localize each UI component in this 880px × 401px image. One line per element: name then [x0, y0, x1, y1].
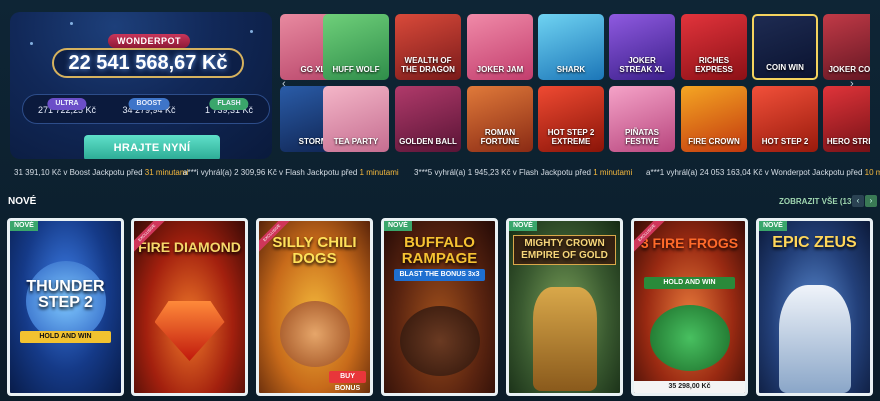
game-tile-label: TEA PARTY — [333, 137, 379, 146]
card-title: EPIC ZEUS — [772, 234, 857, 251]
ticker-time: 1 minutami — [359, 168, 399, 177]
game-card[interactable]: NOVÉ BUFFALO RAMPAGE BLAST THE BONUS 3x3 — [381, 218, 498, 396]
card-title: BUFFALO RAMPAGE — [401, 234, 478, 267]
game-tile[interactable]: COIN WIN — [752, 14, 818, 80]
ticker-item: 3***5 vyhrál(a) 1 945,23 Kč v Flash Jack… — [414, 168, 632, 177]
card-subtitle: HOLD AND WIN — [20, 331, 111, 343]
card-title: 3 FIRE FROGS — [640, 235, 739, 251]
carousel-next-button[interactable]: › — [865, 195, 877, 207]
game-tile-label: GOLDEN BALL — [399, 137, 457, 146]
wonderpot-amount: 22 541 568,67 Kč — [52, 48, 244, 78]
ticker-time: 10 m — [864, 168, 880, 177]
grid-next-arrow-icon[interactable]: › — [850, 78, 854, 90]
game-tile-label: HOT STEP 2 EXTREME — [547, 128, 595, 146]
wonderpot-jackpot-panel: WONDERPOT 22 541 568,67 Kč ULTRA 271 722… — [10, 12, 272, 159]
game-card[interactable]: NOVÉ EPIC ZEUS — [756, 218, 873, 396]
card-artwork — [399, 306, 480, 376]
game-tile-label: COIN WIN — [766, 63, 804, 72]
jackpot-win-ticker: 31 391,10 Kč v Boost Jackpotu před 31 mi… — [0, 164, 880, 180]
game-tile-label: JOKER STREAK XL — [619, 56, 665, 74]
tier-flash: FLASH 1 739,31 Kč — [189, 98, 269, 115]
tier-ultra: ULTRA 271 722,25 Kč — [27, 98, 107, 115]
game-tile[interactable]: HERO STREAK — [823, 86, 870, 152]
game-tile-label: HERO STREAK — [826, 137, 870, 146]
card-artwork — [778, 285, 851, 393]
ticker-text: a***i vyhrál(a) 2 309,96 Kč v Flash Jack… — [183, 168, 360, 177]
card-title: MIGHTY CROWN EMPIRE OF GOLD — [513, 235, 616, 265]
game-tile[interactable]: SHARK — [538, 14, 604, 80]
game-tile[interactable]: HOT STEP 2 — [752, 86, 818, 152]
ticker-text: 31 391,10 Kč v Boost Jackpotu před — [14, 168, 145, 177]
section-title: NOVÉ — [8, 196, 37, 207]
game-tile-label: HOT STEP 2 — [761, 137, 809, 146]
game-tile-label: ROMAN FORTUNE — [480, 128, 520, 146]
game-tile[interactable]: WEALTH OF THE DRAGON — [395, 14, 461, 80]
game-tile-label: JOKER COINS — [828, 65, 870, 74]
grid-prev-arrow-icon[interactable]: ‹ — [282, 78, 286, 90]
new-badge: NOVÉ — [509, 221, 537, 231]
game-tile-label: JOKER JAM — [476, 65, 524, 74]
ticker-item: a***i vyhrál(a) 2 309,96 Kč v Flash Jack… — [183, 168, 399, 177]
card-subtitle: HOLD AND WIN — [644, 277, 735, 289]
ticker-text: a***1 vyhrál(a) 24 053 163,04 Kč v Wonde… — [646, 168, 865, 177]
game-card[interactable]: EXCLUSIVE SILLY CHILI DOGS BUY BONUS — [256, 218, 373, 396]
jackpot-price-tag: 35 298,00 Kč — [634, 381, 745, 393]
game-tile-label: WEALTH OF THE DRAGON — [401, 56, 455, 74]
diamond-icon — [154, 301, 225, 361]
card-artwork — [649, 305, 730, 371]
card-subtitle: BLAST THE BONUS 3x3 — [394, 269, 485, 281]
tier-boost-label: BOOST — [128, 98, 170, 110]
jackpot-games-grid: GG XL HUFF WOLF WEALTH OF THE DRAGON JOK… — [280, 12, 870, 154]
new-badge: NOVÉ — [759, 221, 787, 231]
game-tile[interactable]: HOT STEP 2 EXTREME — [538, 86, 604, 152]
wonderpot-title: WONDERPOT — [108, 34, 190, 48]
card-title: FIRE DIAMOND — [138, 239, 241, 255]
game-tile[interactable]: JOKER COINS — [823, 14, 870, 80]
new-badge: NOVÉ — [10, 221, 38, 231]
carousel-prev-button[interactable]: ‹ — [852, 195, 864, 207]
game-card[interactable]: NOVÉ THUNDER STEP 2 HOLD AND WIN — [7, 218, 124, 396]
game-tile-label: FIRE CROWN — [688, 137, 740, 146]
ticker-time: 1 minutami — [593, 168, 633, 177]
game-tile[interactable]: JOKER JAM — [467, 14, 533, 80]
game-card[interactable]: EXCLUSIVE FIRE DIAMOND — [131, 218, 248, 396]
card-title: SILLY CHILI DOGS — [272, 234, 357, 267]
game-tile[interactable]: ROMAN FORTUNE — [467, 86, 533, 152]
tier-ultra-label: ULTRA — [47, 98, 87, 110]
tier-boost: BOOST 34 279,94 Kč — [109, 98, 189, 115]
card-artwork — [532, 287, 597, 391]
game-tile-label: HUFF WOLF — [332, 65, 380, 74]
game-tile-label: PIÑATAS FESTIVE — [625, 128, 659, 146]
ticker-time: 31 minutami — [144, 168, 189, 177]
game-tile[interactable]: TEA PARTY — [323, 86, 389, 152]
play-now-button[interactable]: HRAJTE NYNÍ — [84, 135, 220, 159]
card-subtitle: BUY BONUS — [329, 371, 366, 392]
ticker-text: 3***5 vyhrál(a) 1 945,23 Kč v Flash Jack… — [414, 168, 594, 177]
game-tile[interactable]: RICHES EXPRESS — [681, 14, 747, 80]
game-tile[interactable]: GOLDEN BALL — [395, 86, 461, 152]
game-tile-label: SHARK — [556, 65, 586, 74]
ticker-item: a***1 vyhrál(a) 24 053 163,04 Kč v Wonde… — [646, 168, 880, 177]
game-tile[interactable]: JOKER STREAK XL — [609, 14, 675, 80]
game-tile[interactable]: PIÑATAS FESTIVE — [609, 86, 675, 152]
card-artwork — [279, 301, 350, 367]
game-tile-label: RICHES EXPRESS — [695, 56, 733, 74]
jackpot-tiers: ULTRA 271 722,25 Kč BOOST 34 279,94 Kč F… — [22, 94, 270, 124]
new-badge: NOVÉ — [384, 221, 412, 231]
tier-flash-label: FLASH — [209, 98, 249, 110]
game-card[interactable]: EXCLUSIVE 3 FIRE FROGS HOLD AND WIN 35 2… — [631, 218, 748, 396]
game-tile[interactable]: FIRE CROWN — [681, 86, 747, 152]
casino-page: WONDERPOT 22 541 568,67 Kč ULTRA 271 722… — [0, 0, 880, 401]
game-tile[interactable]: HUFF WOLF — [323, 14, 389, 80]
show-all-link[interactable]: ZOBRAZIT VŠE (1373) — [779, 197, 863, 206]
game-card[interactable]: NOVÉ MIGHTY CROWN EMPIRE OF GOLD — [506, 218, 623, 396]
ticker-item: 31 391,10 Kč v Boost Jackpotu před 31 mi… — [14, 168, 188, 177]
card-title: THUNDER STEP 2 — [26, 278, 105, 311]
